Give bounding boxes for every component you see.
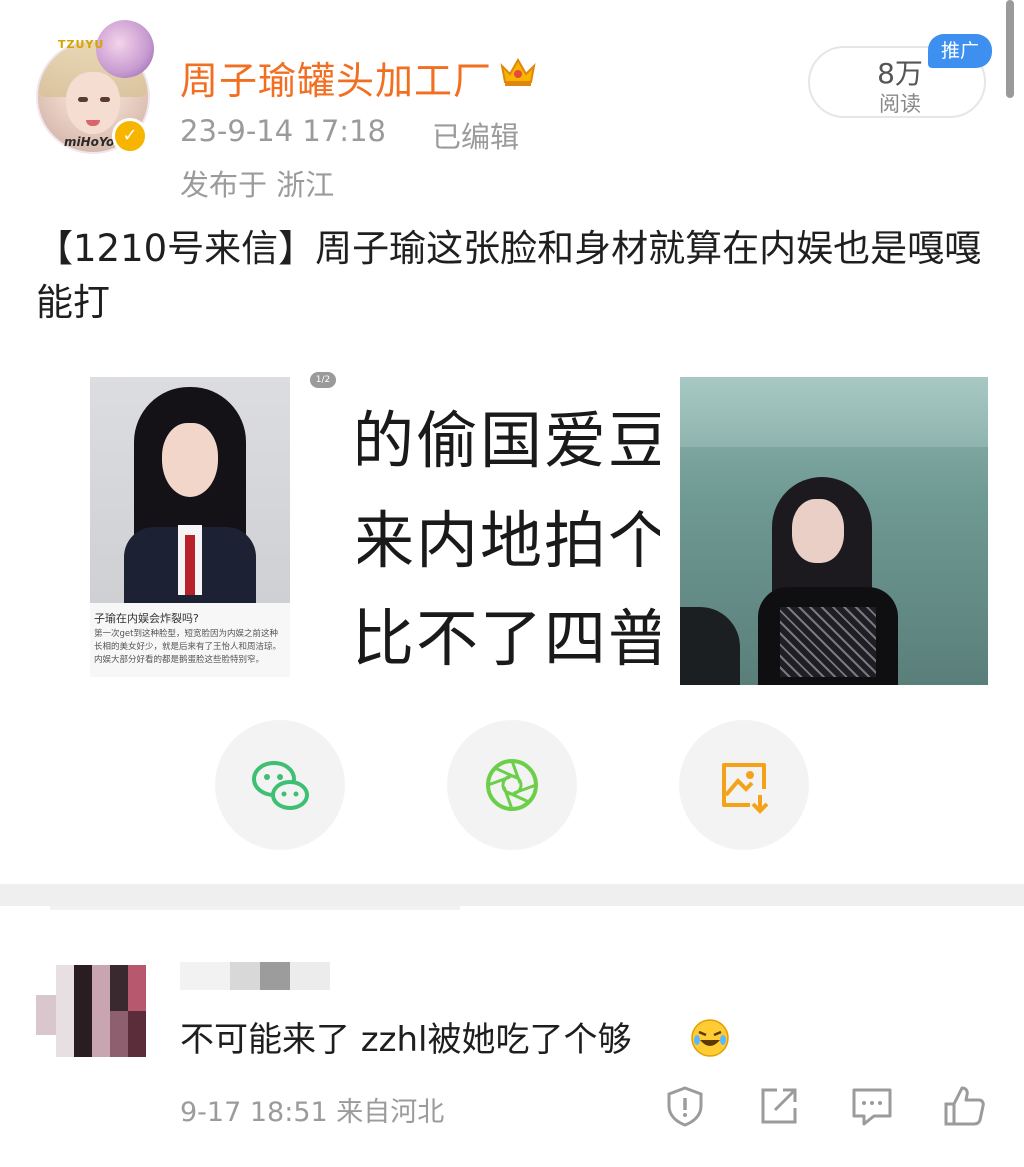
comment-meta: 9-17 18:51 来自河北 [180,1090,444,1129]
commenter-avatar[interactable] [36,965,146,1057]
avatar-brand: miHoYo [64,135,115,149]
save-image-button[interactable] [679,720,809,850]
author-name[interactable]: 周子瑜罐头加工厂 [180,50,492,105]
image-caption-body: 第一次get到这种脸型，短宽脸因为内娱之前这种长相的美女好少，就是后来有了王怡人… [94,629,282,665]
comment-text: 不可能来了 zzhl被她吃了个够 [180,1020,632,1060]
reads-label: 阅读 [879,92,921,116]
like-icon[interactable] [942,1084,986,1128]
section-divider-shadow [50,906,460,910]
avatar-eye-left [78,97,88,102]
promo-badge: 推广 [928,34,992,68]
crown-icon [500,57,536,86]
avatar-tag: TZUYU [58,38,105,51]
comment-time: 9-17 18:51 [180,1097,328,1128]
edited-label[interactable]: 已编辑 [432,114,519,156]
image-pager: 1/2 [310,372,336,388]
image-text-line-2: 来内地拍个 [358,504,660,577]
share-icon[interactable] [757,1084,801,1128]
moments-icon [486,759,538,811]
avatar-eye-right [100,97,110,102]
commenter-name[interactable] [180,962,330,992]
reply-icon[interactable] [850,1084,894,1128]
verified-icon: ✓ [112,118,148,154]
reads-count: 8万 [877,57,923,90]
post-time: 23-9-14 17:18 [180,114,386,148]
post-location: 发布于 浙江 [180,168,335,202]
share-moments-button[interactable] [447,720,577,850]
comment-source: 来自河北 [336,1097,445,1128]
report-icon[interactable] [663,1084,707,1128]
share-wechat-button[interactable] [215,720,345,850]
image-caption-title: 子瑜在内娱会炸裂吗? [94,612,199,625]
scrollbar[interactable] [1006,0,1014,98]
laugh-cry-emoji-icon [691,1019,729,1057]
save-image-icon [722,763,769,814]
image-text-line-3: 比不了四普 [358,602,660,675]
avatar-sticker-icon [96,20,154,78]
post-text: 【1210号来信】周子瑜这张脸和身材就算在内娱也是嘎嘎能打 [36,227,982,324]
post-image-3[interactable] [680,377,988,685]
post-image-1-photo [90,377,290,603]
section-divider [0,884,1024,906]
post-image-2[interactable]: 的偷国爱豆 来内地拍个 比不了四普 [358,378,660,684]
wechat-icon [252,761,309,810]
image-text-line-1: 的偷国爱豆 [358,404,660,477]
